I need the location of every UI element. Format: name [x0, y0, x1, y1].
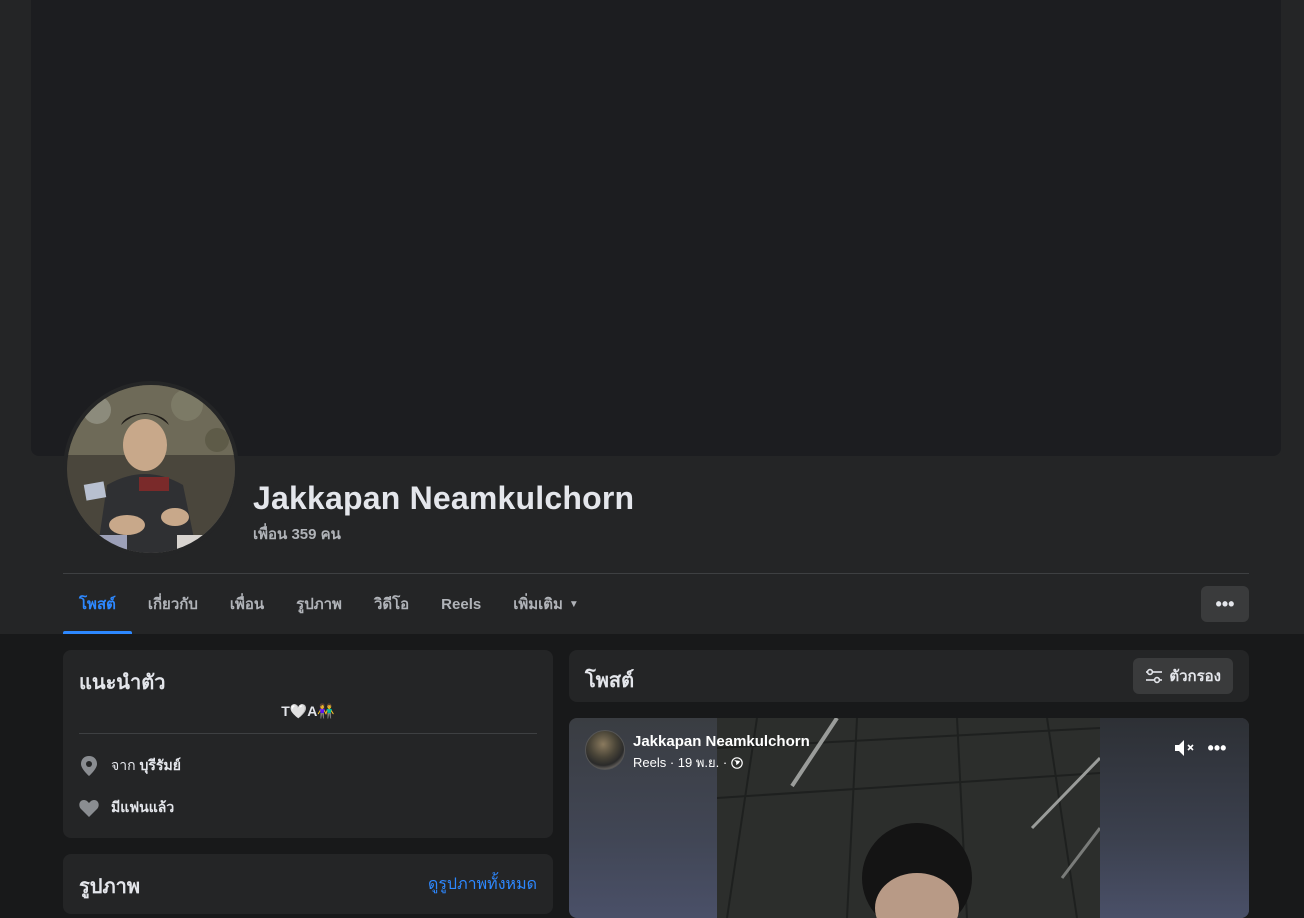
posts-title: โพสต์ — [585, 670, 635, 692]
profile-name: Jakkapan Neamkulchorn — [253, 480, 635, 516]
reel-meta: Reels · 19 พ.ย. · — [633, 752, 744, 773]
intro-divider — [79, 733, 537, 734]
more-options-button[interactable]: ••• — [1201, 586, 1249, 622]
tab-friends[interactable]: เพื่อน — [214, 574, 280, 634]
filter-button[interactable]: ตัวกรอง — [1133, 658, 1233, 694]
photos-title: รูปภาพ — [79, 876, 141, 898]
tab-reels[interactable]: Reels — [425, 574, 497, 634]
tab-about[interactable]: เกี่ยวกับ — [132, 574, 214, 634]
reel-post[interactable]: Jakkapan Neamkulchorn Reels · 19 พ.ย. · … — [569, 718, 1249, 918]
friends-count[interactable]: เพื่อน 359 คน — [253, 522, 341, 546]
location-pin-icon — [79, 756, 99, 776]
tab-posts[interactable]: โพสต์ — [63, 574, 132, 634]
intro-location-row: จาก บุรีรัมย์ — [79, 755, 181, 777]
reel-author-name[interactable]: Jakkapan Neamkulchorn — [633, 733, 810, 750]
mute-icon[interactable] — [1173, 738, 1197, 758]
globe-icon — [731, 756, 744, 769]
location-prefix: จาก — [111, 757, 136, 773]
tab-more[interactable]: เพิ่มเติม ▼ — [497, 574, 595, 634]
caret-down-icon: ▼ — [568, 598, 579, 610]
filter-sliders-icon — [1145, 668, 1163, 684]
tab-videos[interactable]: วิดีโอ — [358, 574, 425, 634]
see-all-photos-link[interactable]: ดูรูปภาพทั้งหมด — [428, 872, 537, 897]
filter-label: ตัวกรอง — [1169, 668, 1221, 685]
tab-photos[interactable]: รูปภาพ — [280, 574, 358, 634]
intro-title: แนะนำตัว — [79, 672, 166, 694]
relationship-status: มีแฟนแล้ว — [111, 799, 175, 815]
reel-meta-text[interactable]: Reels · 19 พ.ย. · — [633, 752, 727, 773]
heart-icon — [79, 798, 99, 818]
reel-author-avatar[interactable] — [585, 730, 625, 770]
photos-card: รูปภาพ ดูรูปภาพทั้งหมด — [63, 854, 553, 914]
profile-picture — [67, 385, 235, 553]
intro-relationship-row: มีแฟนแล้ว — [79, 797, 174, 819]
posts-header: โพสต์ ตัวกรอง — [569, 650, 1249, 702]
location-link[interactable]: บุรีรัมย์ — [140, 755, 181, 777]
reel-more-button[interactable]: ••• — [1205, 738, 1229, 758]
intro-card: แนะนำตัว T🤍A👫 จาก บุรีรัมย์ มีแฟนแล้ว — [63, 650, 553, 838]
profile-avatar[interactable] — [63, 381, 239, 557]
intro-bio: T🤍A👫 — [281, 703, 335, 719]
profile-tabs: โพสต์ เกี่ยวกับ เพื่อน รูปภาพ วิดีโอ Ree… — [63, 574, 595, 634]
